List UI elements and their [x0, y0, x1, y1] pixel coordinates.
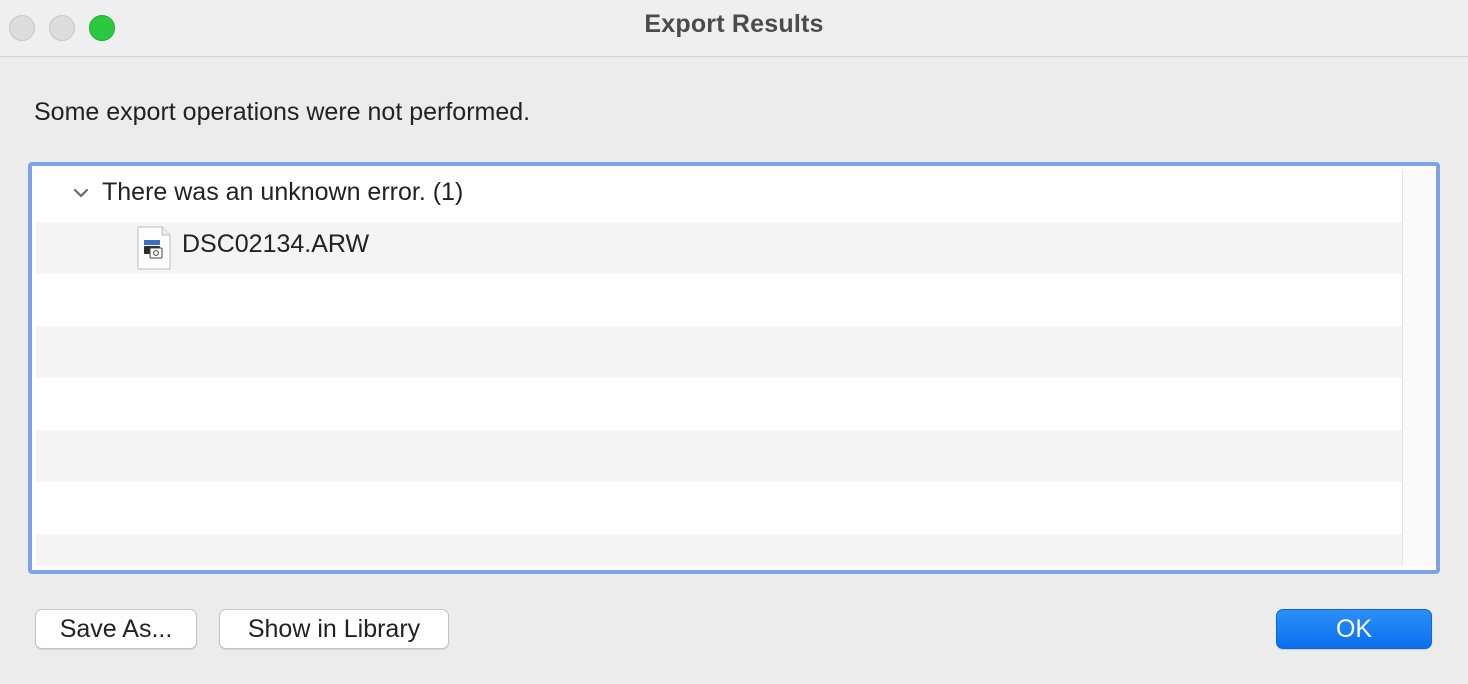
empty-row: [36, 482, 1402, 534]
show-in-library-button[interactable]: Show in Library: [219, 609, 449, 649]
empty-row: [36, 534, 1402, 566]
raw-image-file-icon: [137, 226, 171, 270]
title-bar: Export Results: [0, 0, 1468, 57]
empty-row: [36, 274, 1402, 326]
chevron-down-icon[interactable]: [72, 184, 90, 202]
file-name: DSC02134.ARW: [182, 230, 370, 258]
file-row[interactable]: DSC02134.ARW: [36, 222, 1402, 274]
empty-row: [36, 378, 1402, 430]
save-as-button[interactable]: Save As...: [35, 609, 197, 649]
window-title: Export Results: [644, 10, 824, 38]
ok-button[interactable]: OK: [1276, 609, 1432, 649]
error-group-row[interactable]: There was an unknown error. (1): [36, 170, 1402, 222]
status-message: Some export operations were not performe…: [34, 98, 531, 126]
empty-row: [36, 326, 1402, 378]
export-results-dialog: Export Results Some export operations we…: [0, 0, 1468, 684]
results-list[interactable]: There was an unknown error. (1) DSC02134…: [28, 162, 1440, 574]
vertical-scrollbar[interactable]: [1402, 170, 1436, 566]
results-list-rows: There was an unknown error. (1) DSC02134…: [36, 170, 1402, 566]
error-group-label: There was an unknown error. (1): [102, 178, 464, 206]
empty-row: [36, 430, 1402, 482]
